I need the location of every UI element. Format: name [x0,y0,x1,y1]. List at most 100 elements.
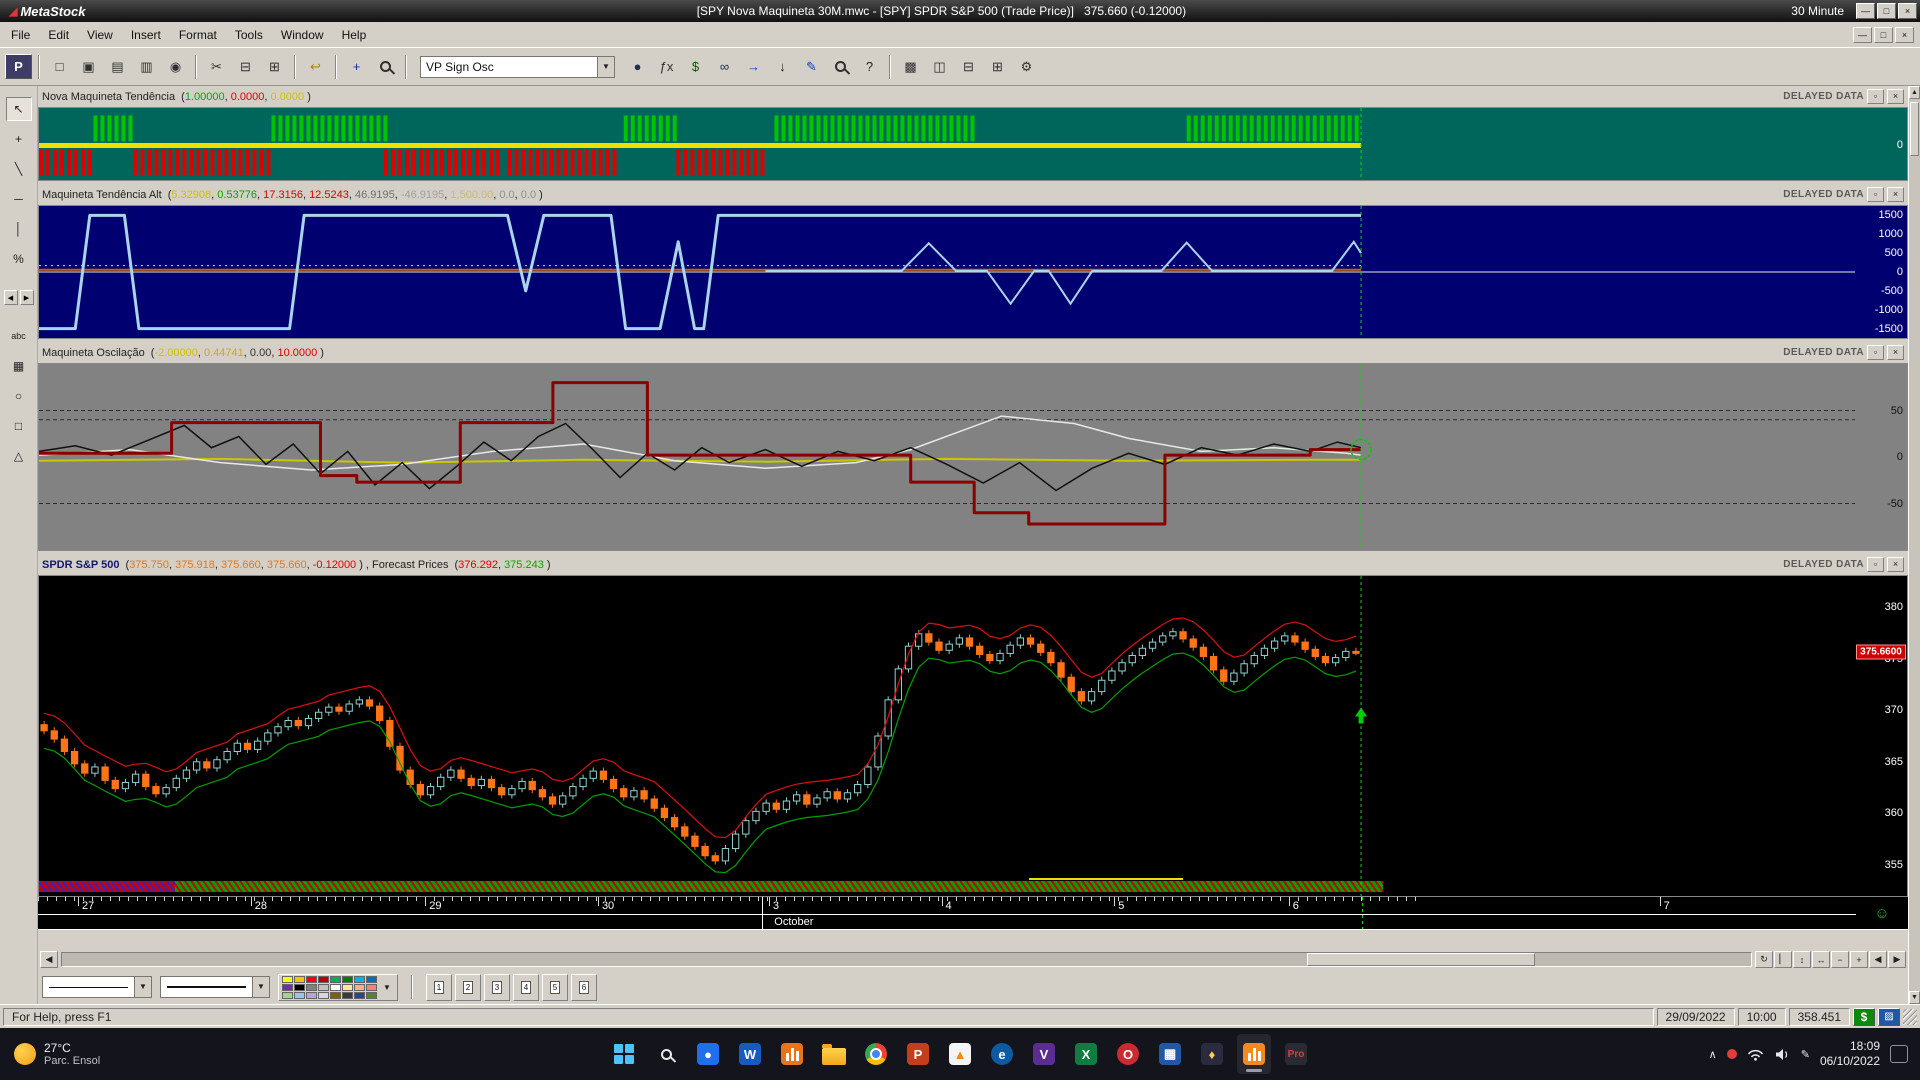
crosshair-tool[interactable]: + [6,127,32,151]
triangle-tool[interactable]: △ [6,444,32,468]
expert-advisor-button[interactable]: → [740,54,767,79]
system-tester-button[interactable]: $ [682,54,709,79]
periodicity-label[interactable]: 30 Minute [1791,4,1844,18]
indicator-quicklist-button[interactable]: ● [624,54,651,79]
edge-button[interactable]: e [985,1034,1019,1074]
word-button[interactable]: W [733,1034,767,1074]
color-swatch[interactable] [294,976,305,983]
color-swatch[interactable] [282,976,293,983]
menu-view[interactable]: View [78,24,122,46]
power-console-button[interactable]: P [5,54,32,79]
chart-style-3-button[interactable]: 3 [484,974,510,1001]
color-swatch[interactable] [318,984,329,991]
cascade-windows-button[interactable]: ▩ [897,54,924,79]
chart-style-5-button[interactable]: 5 [542,974,568,1001]
minimize-button[interactable]: — [1856,3,1875,19]
file-explorer-button[interactable] [817,1034,851,1074]
grid-tool[interactable]: ▦ [6,354,32,378]
zoom-in-button[interactable]: + [1850,951,1868,968]
stocks-app-button[interactable] [775,1034,809,1074]
chevron-down-icon[interactable]: ▼ [380,983,394,992]
print-button[interactable]: ▤ [104,54,131,79]
color-swatch[interactable] [342,992,353,999]
panel-close-button[interactable]: × [1887,345,1904,360]
panel-restore-button[interactable]: ▫ [1867,187,1884,202]
media-app-button[interactable]: ● [691,1034,725,1074]
maximize-button[interactable]: □ [1877,3,1896,19]
explorer-button[interactable]: ∞ [711,54,738,79]
chart-style-4-button[interactable]: 4 [513,974,539,1001]
visual-studio-button[interactable]: V [1027,1034,1061,1074]
downloader-button[interactable]: ↓ [769,54,796,79]
vertical-scrollbar[interactable]: ▲ ▼ [1908,86,1920,1004]
color-picker[interactable]: ▼ [278,974,398,1001]
trend-plot[interactable] [39,108,1855,180]
horizontal-line-tool[interactable]: ─ [6,187,32,211]
dollar-status-icon[interactable]: $ [1853,1008,1875,1026]
search-button[interactable] [649,1034,683,1074]
menu-tools[interactable]: Tools [226,24,272,46]
print-multiple-button[interactable]: ▥ [133,54,160,79]
vlc-button[interactable]: ▲ [943,1034,977,1074]
pointer-tool[interactable]: ↖ [6,97,32,121]
price-plot[interactable] [39,576,1855,896]
color-swatch[interactable] [342,976,353,983]
metastock-taskbar-button[interactable] [1237,1034,1271,1074]
child-restore-button[interactable]: □ [1874,27,1893,43]
chart-style-6-button[interactable]: 6 [571,974,597,1001]
panel-restore-button[interactable]: ▫ [1867,557,1884,572]
pan-button[interactable]: ↔ [1812,951,1830,968]
menu-insert[interactable]: Insert [122,24,170,46]
panel-close-button[interactable]: × [1887,89,1904,104]
pen-icon[interactable]: ✎ [1801,1048,1810,1061]
indicator-combo[interactable]: VP Sign Osc ▼ [420,56,615,78]
color-swatch[interactable] [294,984,305,991]
chart-style-1-button[interactable]: 1 [426,974,452,1001]
color-swatch[interactable] [354,992,365,999]
trendline-tool[interactable]: ╲ [6,157,32,181]
color-swatch[interactable] [306,992,317,999]
color-swatch[interactable] [282,984,293,991]
panel-restore-button[interactable]: ▫ [1867,345,1884,360]
color-swatch[interactable] [330,976,341,983]
notes-button[interactable]: ✎ [798,54,825,79]
color-swatch[interactable] [342,984,353,991]
vertical-line-tool[interactable]: │ [6,217,32,241]
color-swatch[interactable] [306,976,317,983]
help-pointer-button[interactable]: ? [856,54,883,79]
chrome-button[interactable] [859,1034,893,1074]
copy-button[interactable]: ⊟ [232,54,259,79]
color-swatch[interactable] [282,992,293,999]
tile-vertical-button[interactable]: ◫ [926,54,953,79]
page-right-button[interactable]: ▶ [1888,951,1906,968]
zoom-out-button[interactable]: − [1831,951,1849,968]
line-weight-select[interactable]: ▼ [160,976,270,998]
chart-style-2-button[interactable]: 2 [455,974,481,1001]
menu-edit[interactable]: Edit [39,24,78,46]
panel-restore-button[interactable]: ▫ [1867,89,1884,104]
line-style-select[interactable]: ▼ [42,976,152,998]
tile-horizontal-button[interactable]: ⊟ [955,54,982,79]
text-tool[interactable]: abc [6,324,32,348]
color-swatch[interactable] [318,976,329,983]
print-preview-button[interactable]: ◉ [162,54,189,79]
indicator-builder-button[interactable]: ƒx [653,54,680,79]
open-chart-button[interactable]: ▣ [75,54,102,79]
fibonacci-tool[interactable]: % [6,247,32,271]
color-swatch[interactable] [354,976,365,983]
color-swatch[interactable] [354,984,365,991]
child-close-button[interactable]: × [1895,27,1914,43]
utility-app-button[interactable]: ♦ [1195,1034,1229,1074]
chevron-down-icon[interactable]: ▼ [134,977,151,997]
color-swatch[interactable] [366,992,377,999]
ellipse-tool[interactable]: ○ [6,384,32,408]
notification-center-button[interactable] [1890,1045,1908,1063]
fit-vertical-button[interactable]: ↕ [1793,951,1811,968]
color-swatch[interactable] [366,984,377,991]
color-swatch[interactable] [330,984,341,991]
osc-plot[interactable] [39,364,1855,550]
crosshair-button[interactable]: + [343,54,370,79]
menu-format[interactable]: Format [170,24,226,46]
page-left-button[interactable]: ◀ [1869,951,1887,968]
cut-button[interactable]: ✂ [203,54,230,79]
